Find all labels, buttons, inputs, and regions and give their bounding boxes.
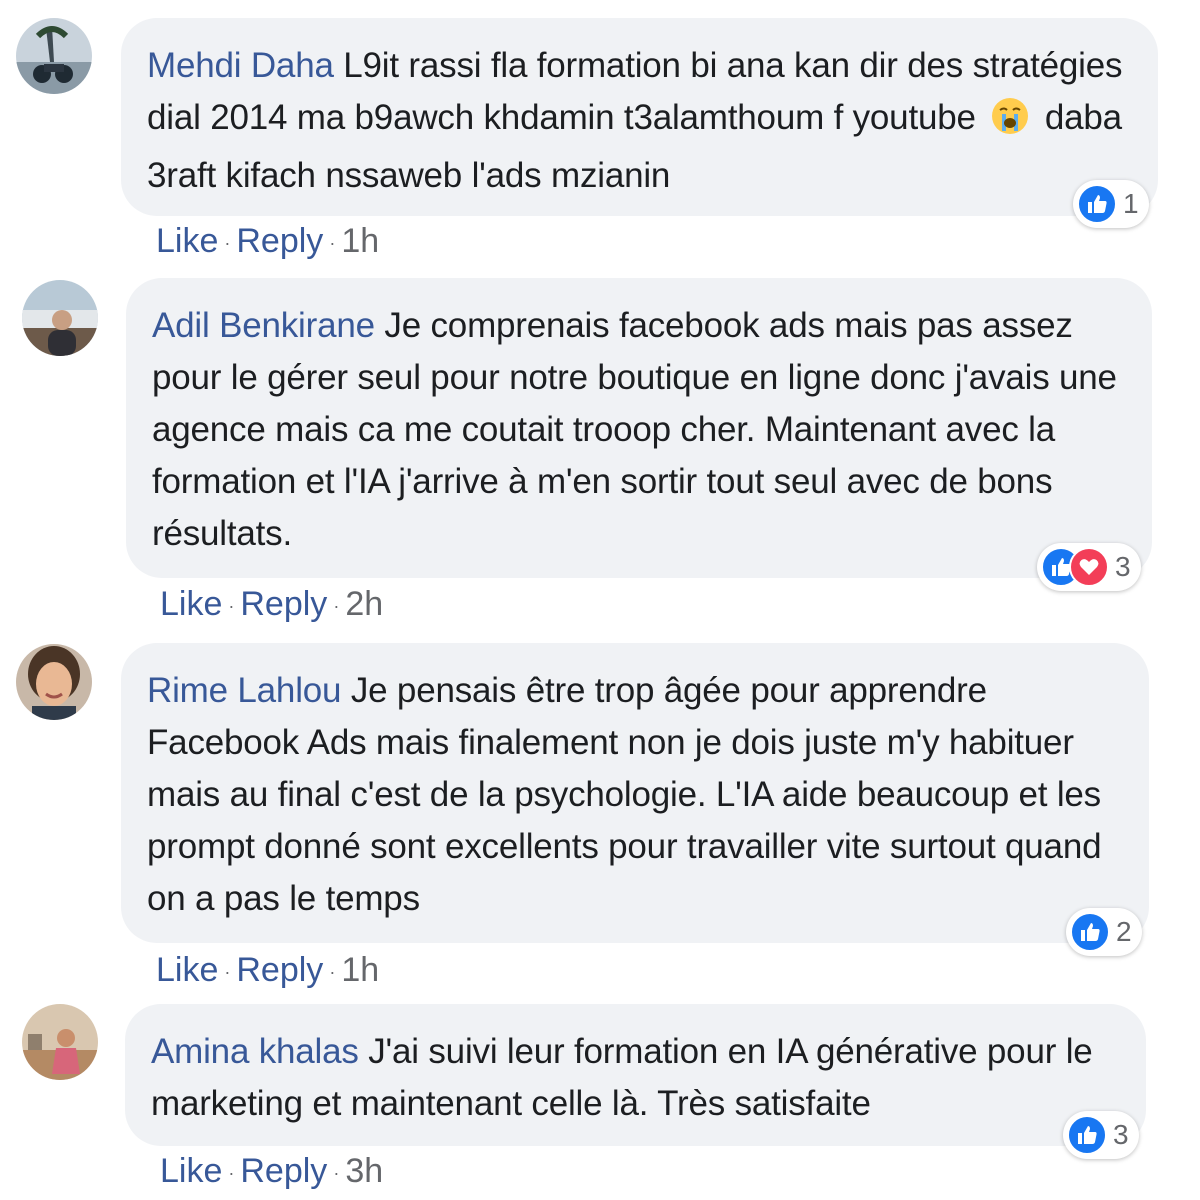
comment-author[interactable]: Mehdi Daha	[147, 46, 334, 85]
comment-bubble: Mehdi Daha L9it rassi fla formation bi a…	[121, 18, 1158, 216]
reply-link[interactable]: Reply	[236, 951, 323, 989]
comment-author[interactable]: Rime Lahlou	[147, 671, 342, 710]
avatar[interactable]	[16, 18, 92, 94]
reply-link[interactable]: Reply	[240, 1152, 327, 1190]
avatar-photo-icon	[16, 18, 92, 94]
separator: ·	[228, 1162, 235, 1183]
comment-actions: Like · Reply · 1h	[156, 222, 379, 261]
reaction-count: 3	[1115, 551, 1131, 582]
comment-text: Adil Benkirane Je comprenais facebook ad…	[152, 300, 1126, 560]
reactions-summary[interactable]: 2	[1066, 908, 1142, 956]
separator: ·	[329, 961, 336, 982]
like-reaction-icon	[1067, 1115, 1107, 1155]
comment-text: Rime Lahlou Je pensais être trop âgée po…	[147, 665, 1123, 925]
separator: ·	[228, 595, 235, 616]
separator: ·	[333, 595, 340, 616]
crying-face-icon	[991, 97, 1029, 150]
comment-actions: Like · Reply · 1h	[156, 951, 379, 990]
comment-bubble: Amina khalas J'ai suivi leur formation e…	[125, 1004, 1146, 1146]
avatar-photo-icon	[16, 644, 92, 720]
separator: ·	[224, 232, 231, 253]
avatar[interactable]	[22, 1004, 98, 1080]
avatar[interactable]	[22, 280, 98, 356]
reactions-summary[interactable]: 1	[1073, 180, 1149, 228]
separator: ·	[333, 1162, 340, 1183]
like-link[interactable]: Like	[156, 951, 218, 989]
comment-bubble: Rime Lahlou Je pensais être trop âgée po…	[121, 643, 1149, 943]
avatar-photo-icon	[22, 280, 98, 356]
comment-actions: Like · Reply · 3h	[160, 1152, 383, 1191]
comment-author[interactable]: Adil Benkirane	[152, 306, 375, 345]
separator: ·	[224, 961, 231, 982]
reaction-count: 2	[1116, 916, 1132, 947]
like-link[interactable]: Like	[160, 585, 222, 623]
comment-text: Amina khalas J'ai suivi leur formation e…	[151, 1026, 1120, 1130]
reactions-summary[interactable]: 3	[1037, 543, 1141, 591]
like-link[interactable]: Like	[156, 222, 218, 260]
reaction-count: 3	[1113, 1119, 1129, 1150]
love-reaction-icon	[1069, 547, 1109, 587]
separator: ·	[329, 232, 336, 253]
reactions-summary[interactable]: 3	[1063, 1111, 1139, 1159]
like-link[interactable]: Like	[160, 1152, 222, 1190]
timestamp[interactable]: 1h	[341, 951, 379, 989]
comment-author[interactable]: Amina khalas	[151, 1032, 359, 1071]
comment-actions: Like · Reply · 2h	[160, 585, 383, 624]
reply-link[interactable]: Reply	[236, 222, 323, 260]
avatar-photo-icon	[22, 1004, 98, 1080]
like-reaction-icon	[1077, 184, 1117, 224]
timestamp[interactable]: 3h	[345, 1152, 383, 1190]
timestamp[interactable]: 2h	[345, 585, 383, 623]
reply-link[interactable]: Reply	[240, 585, 327, 623]
comment-text: Mehdi Daha L9it rassi fla formation bi a…	[147, 40, 1132, 202]
reaction-count: 1	[1123, 188, 1139, 219]
avatar[interactable]	[16, 644, 92, 720]
timestamp[interactable]: 1h	[341, 222, 379, 260]
comment-bubble: Adil Benkirane Je comprenais facebook ad…	[126, 278, 1152, 578]
like-reaction-icon	[1070, 912, 1110, 952]
